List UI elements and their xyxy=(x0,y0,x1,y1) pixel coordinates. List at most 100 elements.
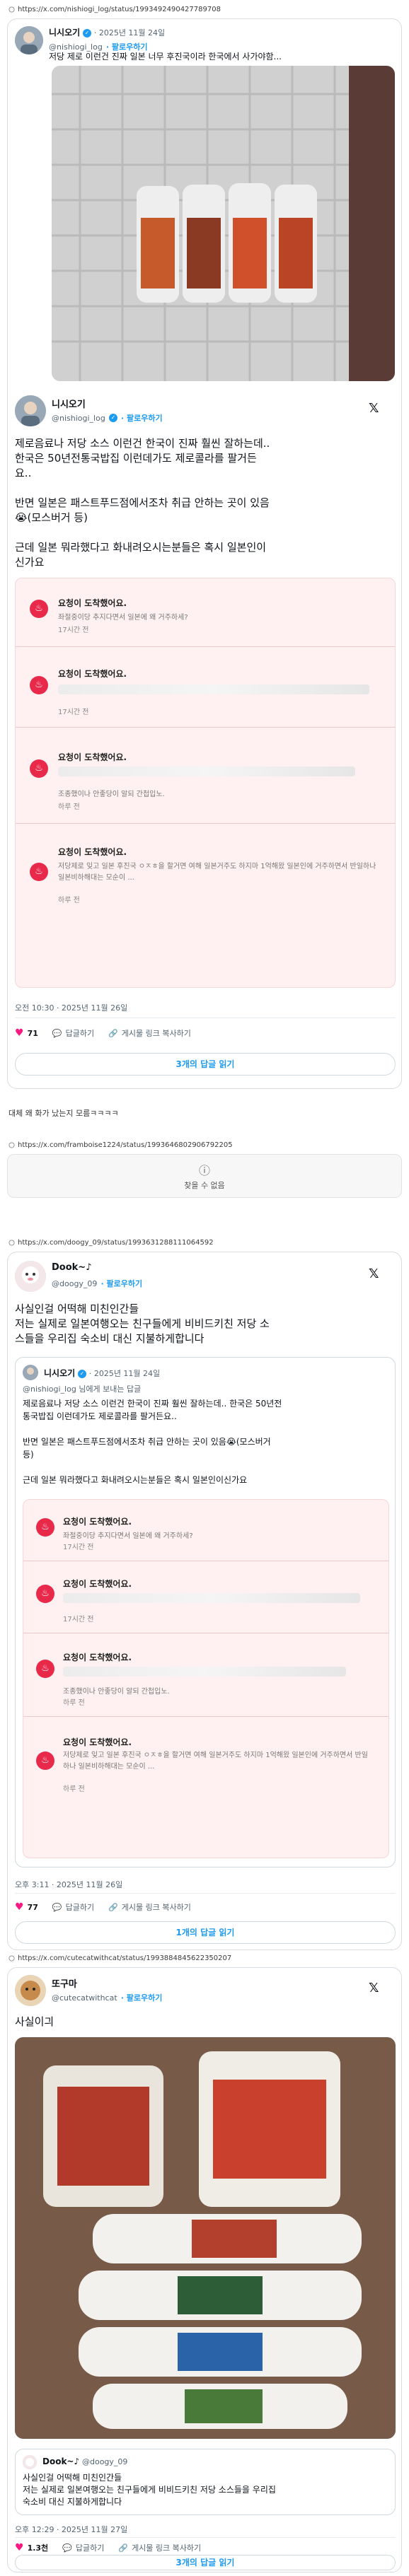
quote-header: Dook~♪ @doogy_09 xyxy=(42,2456,127,2466)
notification-icon: ♨ xyxy=(30,759,48,778)
link-icon xyxy=(8,6,15,13)
quote-text: 제로음료나 저당 소스 이런건 한국이 진짜 훨씬 잘하는데.. 한국은 50년… xyxy=(23,1397,389,1486)
post1-header-text: 저당 제로 이런건 진짜 일본 너무 후진국이라 한국에서 사가야함... xyxy=(49,52,282,62)
copy-link-button[interactable]: 🔗 게시물 링크 복사하기 xyxy=(118,2542,201,2553)
post4-photo[interactable] xyxy=(15,2037,396,2439)
post-timestamp[interactable]: 오후 12:29 · 2025년 11월 27일 xyxy=(15,2524,127,2535)
read-replies-button[interactable]: 1개의 답글 읽기 xyxy=(15,1921,396,1944)
notification-time: 하루 전 xyxy=(58,897,80,904)
quote-author-name: Dook~♪ xyxy=(42,2456,80,2466)
follow-button[interactable]: · 팔로우하기 xyxy=(101,1279,143,1288)
reply-button[interactable]: 💬 답글하기 xyxy=(52,1901,94,1913)
avatar[interactable] xyxy=(15,26,43,54)
post1-url-text[interactable]: https://x.com/nishiogi_log/status/199349… xyxy=(18,6,221,13)
post3-url-text[interactable]: https://x.com/doogy_09/status/1993631288… xyxy=(18,1239,214,1247)
blurred-text xyxy=(63,1667,346,1677)
post-timestamp[interactable]: 오후 3:11 · 2025년 11월 26일 xyxy=(15,1879,122,1890)
post4-url[interactable]: https://x.com/cutecatwithcat/status/1993… xyxy=(8,1954,231,1962)
follow-button[interactable]: · 팔로우하기 xyxy=(121,1993,163,2003)
avatar-image xyxy=(23,2455,37,2469)
text-line xyxy=(15,525,396,540)
divider xyxy=(23,1716,388,1717)
read-replies-button[interactable]: 3개의 답글 읽기 xyxy=(15,1053,396,1076)
basket-photo-image xyxy=(52,66,395,381)
avatar-image xyxy=(15,1975,46,2006)
like-count: 77 xyxy=(27,1902,38,1912)
heart-icon: ♥ xyxy=(15,2542,24,2553)
post1-url[interactable]: https://x.com/nishiogi_log/status/199349… xyxy=(8,6,221,13)
reply-button[interactable]: 💬 답글하기 xyxy=(52,1027,94,1039)
text-line: 근데 일본 뭐라했다고 화내려오시는분들은 혹시 일본인이 xyxy=(15,541,267,554)
author-handle[interactable]: @doogy_09 xyxy=(52,1279,97,1288)
author-name[interactable]: 니시오기 xyxy=(49,28,80,37)
divider xyxy=(15,1893,396,1894)
notification-title: 요청이 도착했어요. xyxy=(58,669,127,679)
link-icon: 🔗 xyxy=(118,2543,129,2553)
quoted-post[interactable]: Dook~♪ @doogy_09 사실인걸 어떡해 미친인간들 저는 실제로 일… xyxy=(15,2449,396,2515)
post4-url-text[interactable]: https://x.com/cutecatwithcat/status/1993… xyxy=(18,1954,231,1962)
notification-icon: ♨ xyxy=(36,1518,54,1537)
notifications-screenshot[interactable]: ♨ 요청이 도착했어요. 좌절중이당 추지다면서 일본에 왜 거주하세? 17시… xyxy=(15,578,396,988)
quote-reply-to: @nishiogi_log 님에게 보내는 답글 xyxy=(23,1385,142,1394)
copy-link-button[interactable]: 🔗 게시물 링크 복사하기 xyxy=(108,1027,191,1039)
post3-text: 사실인걸 어떡해 미친인간들 저는 실제로 일본여행오는 친구들에게 비비드키친… xyxy=(15,1302,396,1346)
link-icon: 🔗 xyxy=(108,1028,118,1038)
like-button[interactable]: ♥ 77 xyxy=(15,1901,38,1913)
quoted-post[interactable]: 니시오기 ✓ · 2025년 11월 24일 @nishiogi_log 님에게… xyxy=(15,1357,396,1867)
author-name[interactable]: Dook~♪ xyxy=(52,1262,92,1273)
like-count: 71 xyxy=(27,1028,38,1038)
copy-link-button[interactable]: 🔗 게시물 링크 복사하기 xyxy=(108,1901,191,1913)
text-line: 신가요 xyxy=(15,556,45,569)
post2-url[interactable]: https://x.com/framboise1224/status/19936… xyxy=(8,1141,233,1149)
quote-header: 니시오기 ✓ · 2025년 11월 24일 xyxy=(44,1367,160,1379)
avatar[interactable] xyxy=(15,395,46,426)
blurred-text xyxy=(58,767,355,776)
author-handle-line: @doogy_09 · 팔로우하기 xyxy=(52,1276,142,1289)
verified-icon: ✓ xyxy=(83,28,91,37)
text-line xyxy=(15,481,396,496)
notification-time: 하루 전 xyxy=(63,1699,85,1707)
post2-url-text[interactable]: https://x.com/framboise1224/status/19936… xyxy=(18,1141,233,1149)
like-button[interactable]: ♥ 1.3천 xyxy=(15,2542,48,2553)
post4-text: 사실이긔 xyxy=(15,2015,54,2028)
read-replies-button[interactable]: 3개의 답글 읽기 xyxy=(15,2555,396,2570)
x-logo-icon[interactable]: 𝕏 xyxy=(369,401,379,416)
notifications-screenshot: ♨ 요청이 도착했어요. 좌절중이당 추지다면서 일본에 왜 거주하세? 17시… xyxy=(23,1499,389,1858)
quote-date: · 2025년 11월 24일 xyxy=(88,1369,161,1378)
post2-missing-card: ⓘ 찾을 수 없음 xyxy=(7,1154,402,1198)
warning-icon: ⓘ xyxy=(198,1164,210,1177)
notification-time: 하루 전 xyxy=(58,803,80,811)
heart-icon: ♥ xyxy=(15,1901,24,1913)
post-date: · 2025년 11월 24일 xyxy=(93,28,166,37)
like-button[interactable]: ♥ 71 xyxy=(15,1027,38,1039)
x-logo-icon[interactable]: 𝕏 xyxy=(369,1981,379,1995)
text-line: 반면 일본은 패스트푸드점에서조차 취급 안하는 곳이 있음😭(모스버거 xyxy=(23,1437,271,1447)
text-line: 반면 일본은 패스트푸드점에서조차 취급 안하는 곳이 있음 xyxy=(15,496,270,509)
author-name[interactable]: 니시오기 xyxy=(52,397,86,410)
post4-card: 또구마 @cutecatwithcat · 팔로우하기 𝕏 사실이긔 Dook~… xyxy=(7,1967,402,2572)
post1-photo[interactable] xyxy=(52,66,395,381)
notification-body: 조종했이나 안좋당이 알되 간첩입노. xyxy=(63,1688,170,1696)
author-handle[interactable]: @cutecatwithcat xyxy=(52,1993,117,2003)
text-line: 사실인걸 어떡해 미친인간들 xyxy=(23,2473,122,2483)
post3-url[interactable]: https://x.com/doogy_09/status/1993631288… xyxy=(8,1239,214,1247)
divider xyxy=(16,727,395,728)
avatar[interactable] xyxy=(15,1261,46,1292)
notification-time: 17시간 전 xyxy=(58,709,89,716)
post1-header-line: 니시오기 ✓ · 2025년 11월 24일 xyxy=(49,26,165,38)
copy-link-label: 게시물 링크 복사하기 xyxy=(132,2543,202,2553)
x-logo-icon[interactable]: 𝕏 xyxy=(369,1266,379,1281)
reply-button[interactable]: 💬 답글하기 xyxy=(62,2542,104,2553)
author-name[interactable]: 또구마 xyxy=(52,1976,77,1990)
author-handle[interactable]: @nishiogi_log xyxy=(52,414,105,423)
follow-button[interactable]: · 팔로우하기 xyxy=(121,414,163,423)
text-line: 저는 실제로 일본여행오는 친구들에게 비비드키친 저당 소 xyxy=(15,1317,270,1330)
avatar[interactable] xyxy=(15,1975,46,2006)
copy-link-label: 게시물 링크 복사하기 xyxy=(121,1903,191,1912)
notification-body: 좌절중이당 추지다면서 일본에 왜 거주하세? xyxy=(63,1532,193,1540)
post-timestamp[interactable]: 오전 10:30 · 2025년 11월 26일 xyxy=(15,1002,127,1013)
divider xyxy=(16,823,395,824)
quote-text: 사실인걸 어떡해 미친인간들 저는 실제로 일본여행오는 친구들에게 비비드키친… xyxy=(23,2472,389,2508)
text-line: 등) xyxy=(23,1450,34,1459)
notification-title: 요청이 도착했어요. xyxy=(63,1653,132,1662)
